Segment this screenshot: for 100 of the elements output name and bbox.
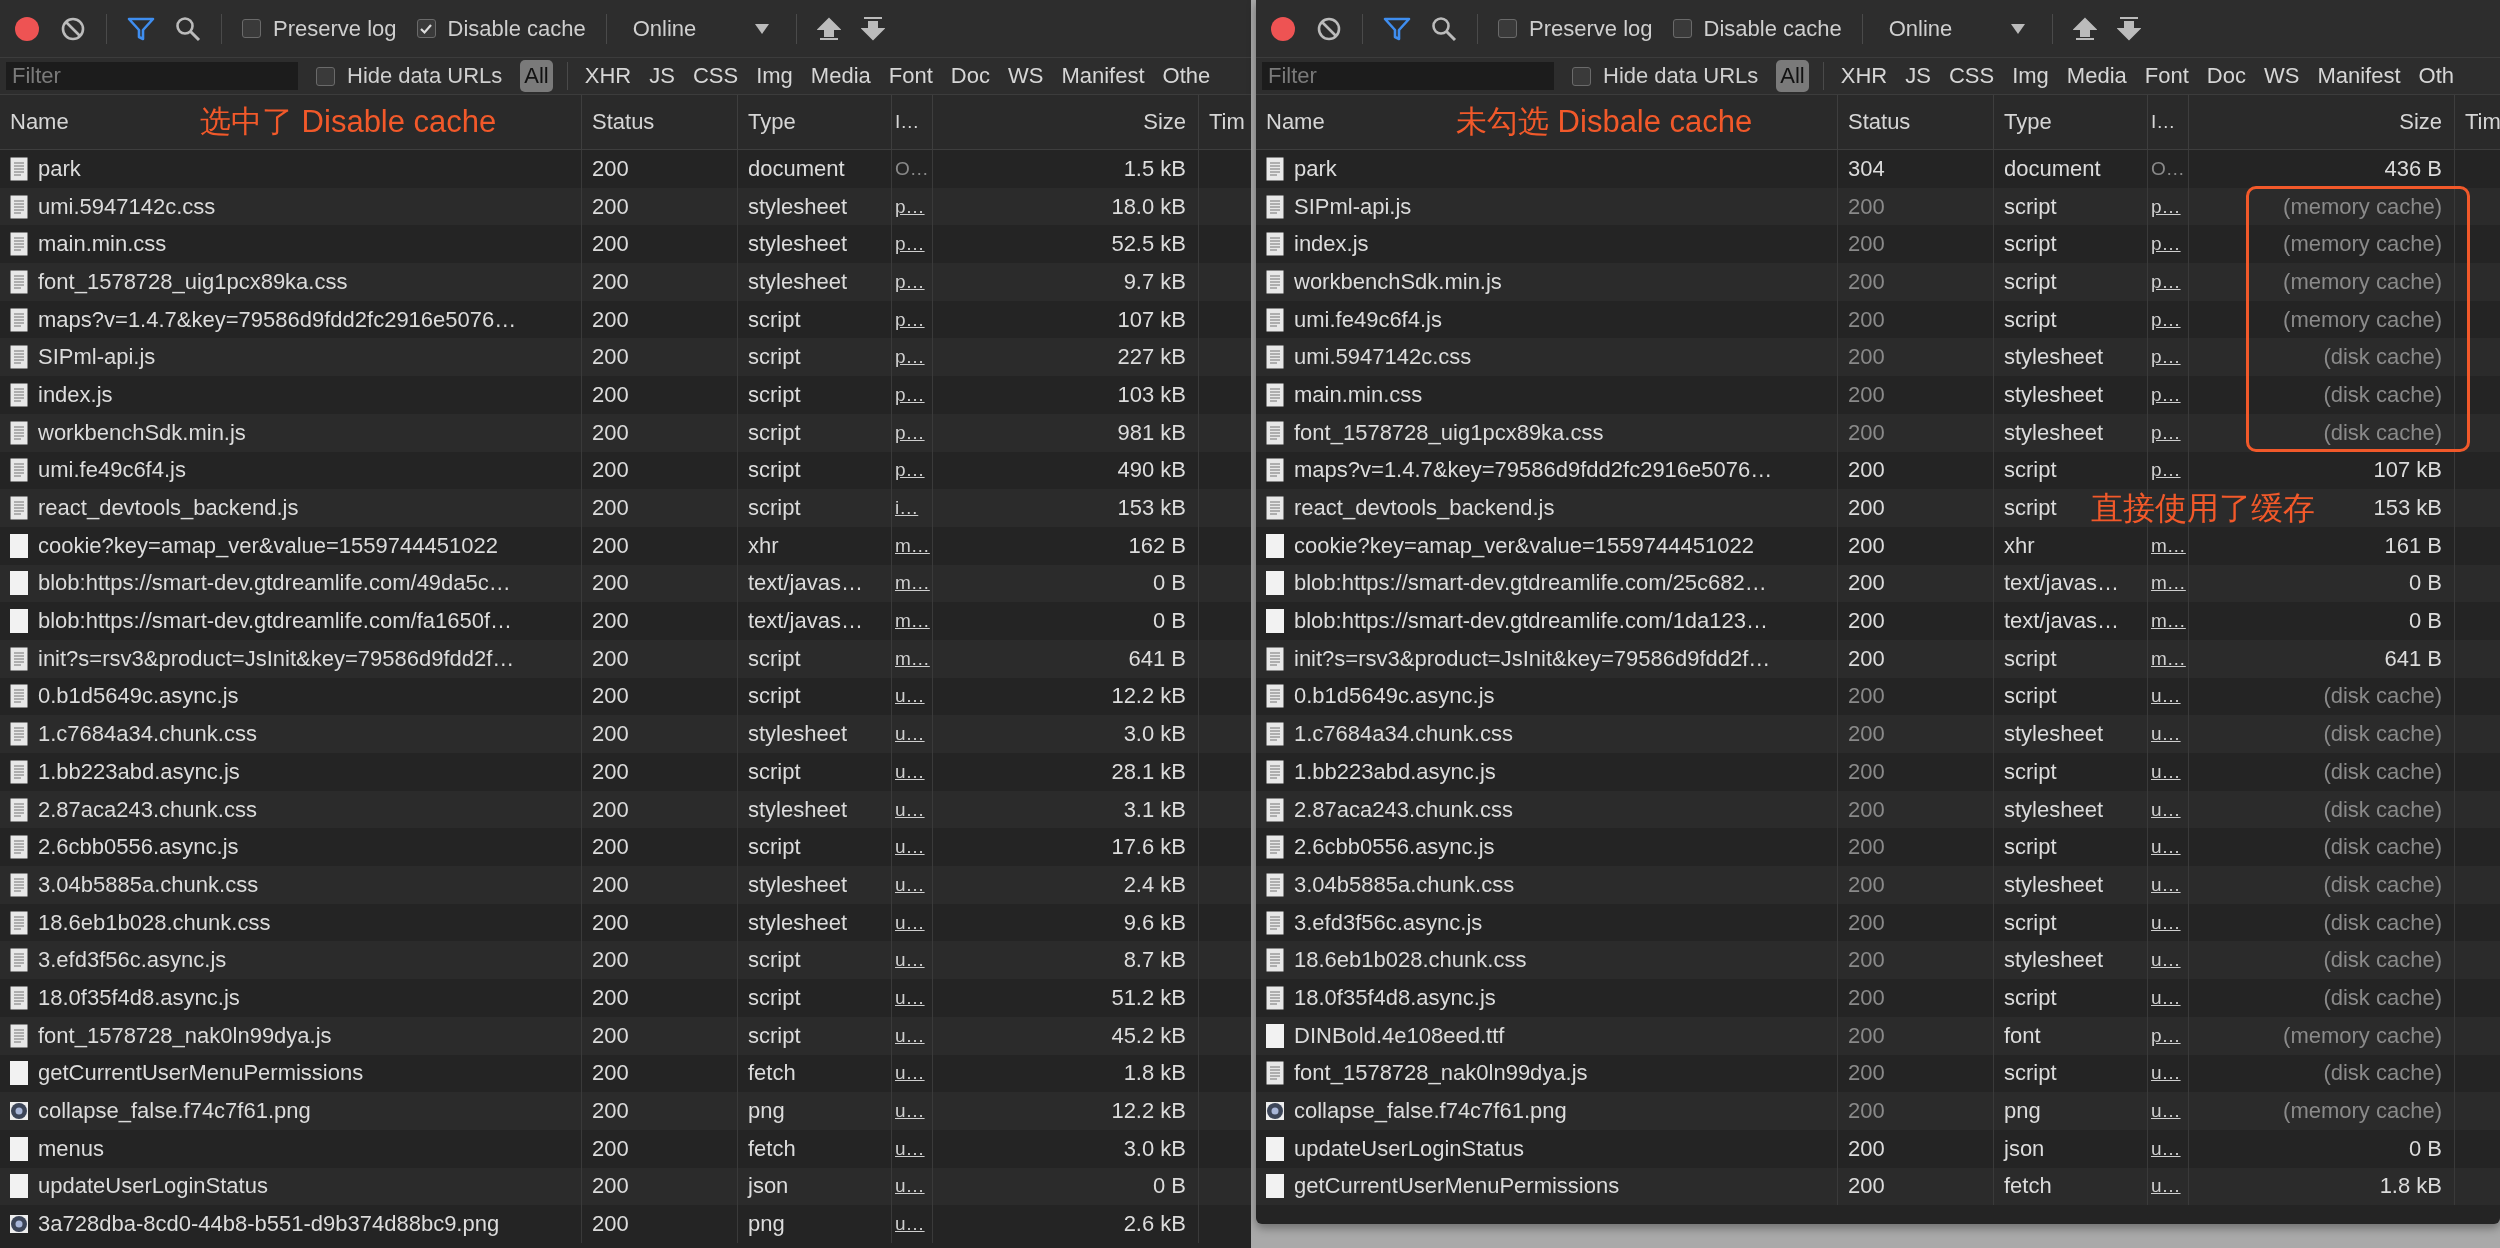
request-row[interactable]: umi.5947142c.css 200 stylesheet p… (disk cache) — [1256, 338, 2500, 377]
download-icon[interactable] — [861, 15, 886, 42]
request-row[interactable]: 3.efd3f56c.async.js 200 script u… 8.7 kB — [0, 941, 1251, 980]
request-row[interactable]: umi.fe49c6f4.js 200 script p… (memory cache) — [1256, 300, 2500, 339]
request-row[interactable]: 2.87aca243.chunk.css 200 stylesheet u… (disk cache) — [1256, 790, 2500, 829]
checkbox[interactable] — [242, 19, 261, 38]
initiator-link[interactable]: p… — [2151, 195, 2181, 218]
request-row[interactable]: font_1578728_uig1pcx89ka.css 200 stylesheet p… 9.7 kB — [0, 263, 1251, 301]
checkbox[interactable] — [416, 19, 436, 38]
request-row[interactable]: workbenchSdk.min.js 200 script p… 981 kB — [0, 413, 1251, 452]
request-row[interactable]: SIPml-api.js 200 script p… 227 kB — [0, 338, 1251, 377]
initiator-link[interactable]: m… — [2151, 534, 2186, 557]
column-header[interactable]: I… — [2148, 95, 2189, 149]
initiator-link[interactable]: m… — [895, 610, 930, 633]
filter-field[interactable]: Filter — [6, 62, 298, 90]
column-header[interactable]: Type — [738, 95, 892, 149]
request-row[interactable]: 3.04b5885a.chunk.css 200 stylesheet u… (disk cache) — [1256, 866, 2500, 904]
request-row[interactable]: 2.87aca243.chunk.css 200 stylesheet u… 3.1 kB — [0, 790, 1251, 829]
request-row[interactable]: getCurrentUserMenuPermissions 200 fetch u… 1.8 kB — [1256, 1167, 2500, 1206]
record-icon[interactable] — [14, 15, 40, 42]
request-row[interactable]: font_1578728_uig1pcx89ka.css 200 stylesheet p… (disk cache) — [1256, 413, 2500, 452]
column-header[interactable]: Status — [1838, 95, 1994, 149]
initiator-link[interactable]: u… — [895, 1213, 925, 1236]
request-row[interactable]: 18.0f35f4d8.async.js 200 script u… (disk cache) — [1256, 979, 2500, 1017]
filter-type-tab[interactable]: CSS — [689, 60, 742, 92]
initiator-link[interactable]: m… — [895, 534, 930, 557]
filter-type-tab[interactable]: WS — [1004, 60, 1047, 92]
checkbox[interactable] — [1572, 66, 1591, 86]
request-row[interactable]: updateUserLoginStatus 200 json u… 0 B — [0, 1167, 1251, 1206]
filter-type-tab[interactable]: Font — [885, 60, 936, 92]
checkbox-label[interactable]: Disable cache — [1703, 15, 1842, 42]
initiator-link[interactable]: p… — [2151, 421, 2181, 444]
initiator-link[interactable]: p… — [2151, 308, 2181, 331]
filter-type-tab[interactable]: Manifest — [2314, 60, 2404, 92]
checkbox-label[interactable]: Hide data URLs — [347, 63, 503, 89]
initiator-link[interactable]: p… — [2151, 459, 2181, 482]
checkbox-label[interactable]: Disable cache — [447, 15, 586, 42]
request-row[interactable]: collapse_false.f74c7f61.png 200 png u… (memory cache) — [1256, 1092, 2500, 1130]
request-row[interactable]: react_devtools_backend.js 200 script i… 153 kB — [0, 489, 1251, 527]
column-header[interactable]: Tim — [1199, 95, 1251, 149]
search-icon[interactable] — [175, 15, 201, 42]
request-row[interactable]: 1.c7684a34.chunk.css 200 stylesheet u… (disk cache) — [1256, 715, 2500, 753]
filter-type-tab[interactable]: Doc — [947, 60, 993, 92]
initiator-link[interactable]: u… — [895, 836, 925, 859]
request-row[interactable]: SIPml-api.js 200 script p… (memory cache) — [1256, 187, 2500, 226]
request-row[interactable]: font_1578728_nak0ln99dya.js 200 script u… 45.2 kB — [0, 1016, 1251, 1055]
filter-type-tab[interactable]: Img — [2009, 60, 2052, 92]
filter-type-tab[interactable]: Oth — [2415, 60, 2457, 92]
filter-type-tab[interactable]: Img — [753, 60, 796, 92]
download-icon[interactable] — [2117, 15, 2142, 42]
column-header[interactable]: Tim — [2455, 95, 2500, 149]
initiator-link[interactable]: u… — [895, 986, 925, 1009]
request-row[interactable]: cookie?key=amap_ver&value=1559744451022 200 xhr m… 161 B — [1256, 526, 2500, 565]
initiator-link[interactable]: u… — [895, 911, 925, 934]
filter-type-tab[interactable]: Media — [2063, 60, 2130, 92]
checkbox-label[interactable]: Hide data URLs — [1603, 63, 1759, 89]
initiator-link[interactable]: u… — [895, 685, 925, 708]
request-row[interactable]: 3.efd3f56c.async.js 200 script u… (disk cache) — [1256, 903, 2500, 942]
initiator-link[interactable]: p… — [2151, 1024, 2181, 1047]
initiator-link[interactable]: p… — [895, 270, 925, 293]
filter-type-tab[interactable]: XHR — [1837, 60, 1891, 92]
initiator-link[interactable]: p… — [895, 383, 925, 406]
request-row[interactable]: umi.5947142c.css 200 stylesheet p… 18.0 kB — [0, 187, 1251, 226]
request-row[interactable]: blob:https://smart-dev.gtdreamlife.com/49da5c… 200 text/javas… m… 0 B — [0, 564, 1251, 603]
request-row[interactable]: collapse_false.f74c7f61.png 200 png u… 12.2 kB — [0, 1092, 1251, 1130]
initiator-link[interactable]: u… — [2151, 1100, 2181, 1123]
request-row[interactable]: 1.c7684a34.chunk.css 200 stylesheet u… 3.0 kB — [0, 715, 1251, 753]
request-row[interactable]: maps?v=1.4.7&key=79586d9fdd2fc2916e5076… 200 script p… 107 kB — [1256, 451, 2500, 490]
column-header[interactable]: I… — [892, 95, 933, 149]
filter-type-tab[interactable]: WS — [2260, 60, 2303, 92]
initiator-link[interactable]: u… — [895, 798, 925, 821]
request-row[interactable]: 0.b1d5649c.async.js 200 script u… (disk cache) — [1256, 677, 2500, 716]
initiator-link[interactable]: p… — [895, 421, 925, 444]
initiator-link[interactable]: p… — [2151, 270, 2181, 293]
initiator-link[interactable]: p… — [895, 195, 925, 218]
initiator-link[interactable]: u… — [895, 760, 925, 783]
filter-icon[interactable] — [127, 15, 155, 42]
initiator-link[interactable]: u… — [895, 949, 925, 972]
initiator-link[interactable]: u… — [2151, 836, 2181, 859]
initiator-link[interactable]: m… — [2151, 610, 2186, 633]
initiator-link[interactable]: u… — [2151, 798, 2181, 821]
request-row[interactable]: park 304 document O… 436 B — [1256, 150, 2500, 188]
request-row[interactable]: main.min.css 200 stylesheet p… (disk cache) — [1256, 376, 2500, 414]
initiator-link[interactable]: i… — [895, 497, 919, 520]
filter-type-tab[interactable]: All — [1776, 60, 1809, 92]
initiator-link[interactable]: u… — [2151, 949, 2181, 972]
initiator-link[interactable]: u… — [895, 873, 925, 896]
filter-type-tab[interactable]: Manifest — [1058, 60, 1148, 92]
filter-type-tab[interactable]: Media — [807, 60, 874, 92]
request-row[interactable]: 1.bb223abd.async.js 200 script u… (disk cache) — [1256, 753, 2500, 791]
initiator-link[interactable]: u… — [2151, 873, 2181, 896]
request-row[interactable]: DINBold.4e108eed.ttf 200 font p… (memory cache) — [1256, 1016, 2500, 1055]
checkbox[interactable] — [1498, 19, 1517, 38]
checkbox-label[interactable]: Preserve log — [1529, 15, 1653, 42]
initiator-link[interactable]: u… — [895, 1175, 925, 1198]
initiator-link[interactable]: u… — [2151, 911, 2181, 934]
request-row[interactable]: 18.6eb1b028.chunk.css 200 stylesheet u… (disk cache) — [1256, 941, 2500, 980]
initiator-link[interactable]: p… — [895, 346, 925, 369]
request-row[interactable]: 2.6cbb0556.async.js 200 script u… (disk cache) — [1256, 828, 2500, 867]
throttling-dropdown[interactable]: Online — [626, 11, 777, 46]
